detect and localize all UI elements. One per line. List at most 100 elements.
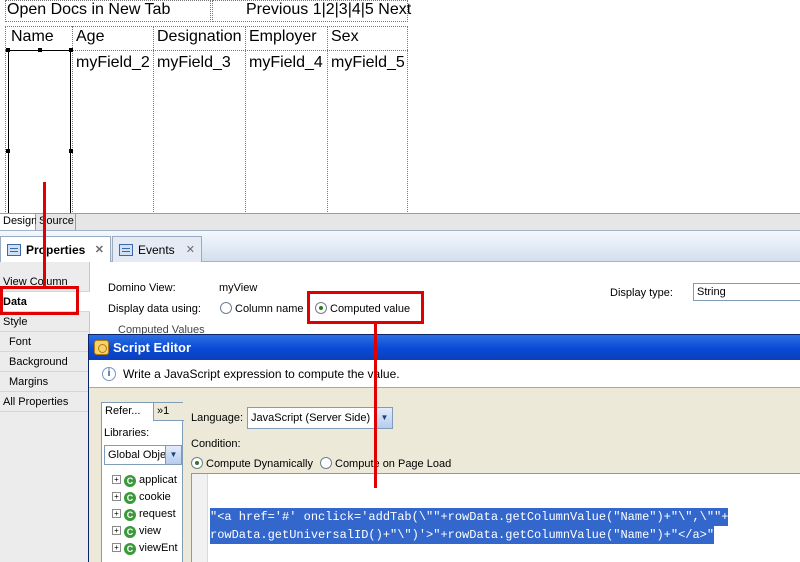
nav-item-font[interactable]: Font: [0, 332, 90, 352]
expand-icon[interactable]: +: [112, 526, 121, 535]
script-editor-icon: [94, 340, 109, 355]
column-divider: [153, 26, 154, 214]
script-code-editor[interactable]: "<a href='#' onclick='addTab(\""+rowData…: [191, 473, 800, 562]
info-icon: i: [102, 367, 116, 381]
tree-item-cookie[interactable]: + Ccookie: [112, 489, 171, 506]
expand-icon[interactable]: +: [112, 492, 121, 501]
reference-panel: Refer... »1 Libraries: Global Obje ▼ + Ca…: [101, 402, 184, 562]
class-icon: C: [124, 526, 136, 538]
nav-item-margins[interactable]: Margins: [0, 372, 90, 392]
compute-dynamically-label: Compute Dynamically: [206, 458, 313, 470]
tab-source[interactable]: Source: [36, 214, 76, 230]
compute-on-page-load-label: Compute on Page Load: [335, 458, 452, 470]
tab-events[interactable]: Events ✕: [112, 236, 202, 262]
open-docs-link[interactable]: Open Docs in New Tab: [7, 1, 170, 19]
tree-item-label: view: [139, 525, 162, 537]
column-header-employer[interactable]: Employer: [249, 28, 317, 46]
pager[interactable]: Previous 1|2|3|4|5 Next: [246, 1, 411, 19]
libraries-select-value: Global Obje: [108, 449, 167, 461]
dialog-title-bar[interactable]: Script Editor: [89, 335, 800, 360]
expand-icon[interactable]: +: [112, 543, 121, 552]
class-icon: C: [124, 492, 136, 504]
resize-handle[interactable]: [69, 149, 73, 153]
script-editor-dialog: Script Editor i Write a JavaScript expre…: [88, 334, 800, 562]
code-line[interactable]: "<a href='#' onclick='addTab(\""+rowData…: [210, 508, 729, 526]
properties-view-header: Properties ✕ Events ✕: [0, 230, 800, 262]
selected-name-column[interactable]: [8, 50, 71, 214]
tree-item-viewentry[interactable]: + CviewEnt: [112, 540, 178, 557]
domino-view-value: myView: [219, 282, 258, 294]
column-divider: [327, 26, 328, 214]
dialog-info-banner: i Write a JavaScript expression to compu…: [89, 360, 800, 388]
close-icon[interactable]: ✕: [186, 243, 195, 256]
annotation-box-data: [0, 286, 79, 315]
radio-button[interactable]: [320, 457, 332, 469]
annotation-box-computed-value: [307, 291, 424, 324]
expand-icon[interactable]: +: [112, 509, 121, 518]
tab-events-label: Events: [138, 242, 175, 257]
class-icon: C: [124, 543, 136, 555]
radio-compute-dynamically[interactable]: Compute Dynamically: [191, 457, 313, 470]
column-header-designation[interactable]: Designation: [157, 28, 242, 46]
tree-item-label: request: [139, 508, 176, 520]
domino-view-label: Domino View:: [108, 282, 176, 294]
class-icon: C: [124, 509, 136, 521]
annotation-arrow-line: [43, 182, 46, 286]
display-type-label: Display type:: [610, 287, 673, 299]
language-label: Language:: [191, 412, 243, 424]
condition-label: Condition:: [191, 438, 241, 450]
field-employer[interactable]: myField_4: [249, 54, 323, 72]
column-header-name[interactable]: Name: [11, 28, 54, 46]
language-select[interactable]: JavaScript (Server Side) ▼: [247, 407, 393, 429]
nav-item-style[interactable]: Style: [0, 312, 90, 332]
tab-reference[interactable]: Refer...: [102, 403, 154, 421]
properties-icon: [7, 243, 21, 256]
events-icon: [119, 243, 133, 256]
column-header-age[interactable]: Age: [76, 28, 104, 46]
resize-handle[interactable]: [38, 48, 42, 52]
nav-item-all-properties[interactable]: All Properties: [0, 392, 90, 412]
tree-item-view[interactable]: + Cview: [112, 523, 161, 540]
code-line[interactable]: rowData.getUniversalID()+"\")'>"+rowData…: [210, 526, 715, 544]
libraries-select[interactable]: Global Obje ▼: [104, 445, 182, 465]
expand-icon[interactable]: +: [112, 475, 121, 484]
display-type-field[interactable]: String: [693, 283, 800, 301]
tree-item-label: cookie: [139, 491, 171, 503]
resize-handle[interactable]: [6, 149, 10, 153]
radio-column-name-label: Column name: [235, 303, 304, 315]
tab-properties[interactable]: Properties ✕: [0, 236, 111, 262]
info-text: Write a JavaScript expression to compute…: [123, 367, 400, 381]
field-sex[interactable]: myField_5: [331, 54, 405, 72]
display-using-label: Display data using:: [108, 303, 201, 315]
radio-button[interactable]: [220, 302, 232, 314]
reference-tab-bar: Refer... »1: [102, 403, 184, 421]
editor-tab-bar: Design Source: [0, 213, 800, 230]
tab-properties-label: Properties: [26, 242, 86, 257]
tree-item-label: applicat: [139, 474, 177, 486]
tree-item-label: viewEnt: [139, 542, 178, 554]
tree-item-applicationscope[interactable]: + Capplicat: [112, 472, 177, 489]
code-text[interactable]: "<a href='#' onclick='addTab(\""+rowData…: [210, 508, 800, 544]
resize-handle[interactable]: [69, 48, 73, 52]
dialog-title: Script Editor: [113, 340, 192, 355]
chevron-down-icon[interactable]: ▼: [165, 446, 181, 464]
radio-compute-on-page-load[interactable]: Compute on Page Load: [320, 457, 451, 470]
field-designation[interactable]: myField_3: [157, 54, 231, 72]
tree-item-request[interactable]: + Crequest: [112, 506, 176, 523]
tab-design[interactable]: Design: [0, 214, 37, 230]
resize-handle[interactable]: [6, 48, 10, 52]
column-header-sex[interactable]: Sex: [331, 28, 359, 46]
radio-column-name[interactable]: Column name: [220, 302, 303, 315]
close-icon[interactable]: ✕: [95, 243, 104, 256]
nav-item-background[interactable]: Background: [0, 352, 90, 372]
annotation-arrow-line: [374, 324, 377, 488]
tab-overflow[interactable]: »1: [154, 403, 184, 421]
language-select-value: JavaScript (Server Side): [251, 412, 371, 424]
design-canvas: Open Docs in New Tab Previous 1|2|3|4|5 …: [0, 0, 800, 214]
class-icon: C: [124, 475, 136, 487]
code-gutter: [192, 474, 208, 562]
radio-button-selected[interactable]: [191, 457, 203, 469]
chevron-down-icon[interactable]: ▼: [376, 408, 392, 428]
field-age[interactable]: myField_2: [76, 54, 150, 72]
libraries-label: Libraries:: [104, 427, 150, 439]
